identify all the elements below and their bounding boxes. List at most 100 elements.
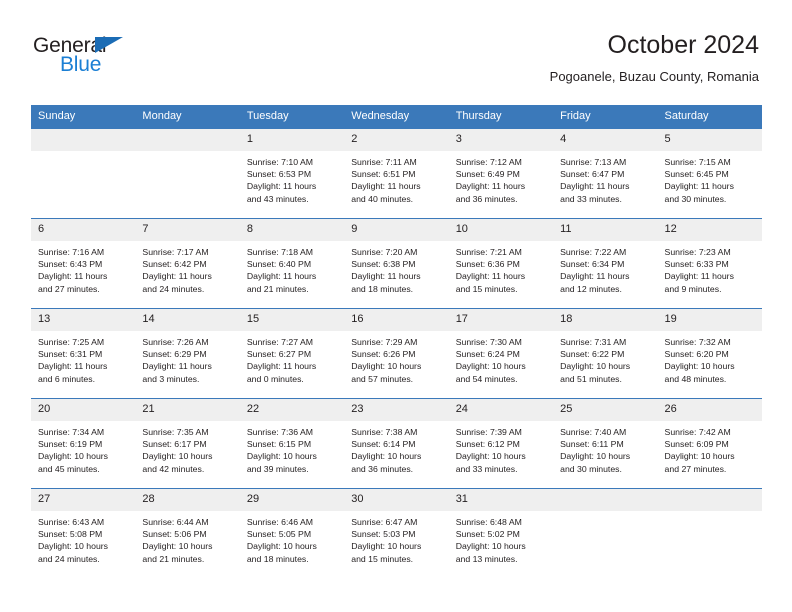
calendar-day-cell[interactable]: 15 Sunrise: 7:27 AM Sunset: 6:27 PM Dayligh… bbox=[239, 308, 345, 399]
weekday-header-sunday: Sunday bbox=[31, 105, 136, 129]
sunset-text: Sunset: 6:15 PM bbox=[246, 439, 312, 450]
calendar-day-cell[interactable]: 6 Sunrise: 7:16 AM Sunset: 6:43 PM Daylight… bbox=[31, 218, 136, 309]
calendar-week-row: 27 Sunrise: 6:43 AM Sunset: 5:08 PM Dayligh… bbox=[31, 488, 762, 578]
daylight-text-line1: Daylight: 11 hours bbox=[560, 181, 630, 192]
calendar-day-cell-empty bbox=[31, 128, 136, 219]
calendar-day-cell[interactable]: 8 Sunrise: 7:18 AM Sunset: 6:40 PM Daylight… bbox=[239, 218, 345, 309]
sunrise-text: Sunrise: 7:11 AM bbox=[351, 157, 417, 167]
calendar-week-row: 6 Sunrise: 7:16 AM Sunset: 6:43 PM Daylight… bbox=[31, 218, 762, 309]
day-number: 25 bbox=[553, 399, 658, 421]
sunset-text: Sunset: 6:36 PM bbox=[455, 259, 520, 270]
day-number: 20 bbox=[31, 399, 136, 421]
sunrise-text: Sunrise: 7:42 AM bbox=[664, 427, 731, 437]
calendar-day-cell[interactable]: 9 Sunrise: 7:20 AM Sunset: 6:38 PM Daylight… bbox=[344, 218, 449, 309]
sunset-text: Sunset: 5:02 PM bbox=[455, 529, 520, 540]
daylight-text-line1: Daylight: 11 hours bbox=[455, 271, 526, 282]
sunset-text: Sunset: 6:26 PM bbox=[351, 349, 416, 360]
day-number: 26 bbox=[657, 399, 762, 421]
daylight-text-line1: Daylight: 10 hours bbox=[142, 451, 213, 462]
sunset-text: Sunset: 6:24 PM bbox=[455, 349, 520, 360]
day-details: Sunrise: 7:32 AM Sunset: 6:20 PM Daylight:… bbox=[658, 331, 762, 385]
calendar-day-cell[interactable]: 17 Sunrise: 7:30 AM Sunset: 6:24 PM Dayligh… bbox=[448, 308, 554, 399]
calendar-day-cell[interactable]: 13 Sunrise: 7:25 AM Sunset: 6:31 PM Dayligh… bbox=[31, 308, 136, 399]
day-cell-inner bbox=[31, 129, 136, 218]
day-details: Sunrise: 7:35 AM Sunset: 6:17 PM Daylight:… bbox=[135, 421, 239, 475]
calendar-day-cell[interactable]: 31 Sunrise: 6:48 AM Sunset: 5:02 PM Dayligh… bbox=[448, 488, 554, 578]
day-details: Sunrise: 7:15 AM Sunset: 6:45 PM Daylight:… bbox=[658, 151, 762, 205]
day-cell-inner bbox=[135, 129, 240, 218]
calendar-day-cell[interactable]: 10 Sunrise: 7:21 AM Sunset: 6:36 PM Dayligh… bbox=[448, 218, 554, 309]
daylight-text-line2: and 27 minutes. bbox=[38, 283, 100, 294]
day-details: Sunrise: 7:12 AM Sunset: 6:49 PM Daylight:… bbox=[449, 151, 553, 205]
daylight-text-line2: and 30 minutes. bbox=[664, 193, 727, 204]
calendar-day-cell[interactable]: 26 Sunrise: 7:42 AM Sunset: 6:09 PM Dayligh… bbox=[657, 398, 762, 489]
day-cell-inner: 15 Sunrise: 7:27 AM Sunset: 6:27 PM Dayligh… bbox=[239, 309, 345, 398]
calendar-day-cell[interactable]: 19 Sunrise: 7:32 AM Sunset: 6:20 PM Dayligh… bbox=[657, 308, 762, 399]
calendar-day-cell[interactable]: 14 Sunrise: 7:26 AM Sunset: 6:29 PM Dayligh… bbox=[135, 308, 240, 399]
calendar-body: 1 Sunrise: 7:10 AM Sunset: 6:53 PM Daylight… bbox=[31, 128, 762, 578]
daylight-text-line2: and 40 minutes. bbox=[351, 193, 414, 204]
day-details: Sunrise: 7:17 AM Sunset: 6:42 PM Daylight:… bbox=[135, 241, 239, 295]
day-cell-inner: 10 Sunrise: 7:21 AM Sunset: 6:36 PM Dayligh… bbox=[448, 219, 554, 308]
daylight-text-line1: Daylight: 11 hours bbox=[351, 181, 421, 192]
calendar-day-cell[interactable]: 20 Sunrise: 7:34 AM Sunset: 6:19 PM Dayligh… bbox=[31, 398, 136, 489]
calendar-day-cell[interactable]: 29 Sunrise: 6:46 AM Sunset: 5:05 PM Dayligh… bbox=[239, 488, 345, 578]
sunrise-text: Sunrise: 7:27 AM bbox=[246, 337, 314, 347]
calendar-day-cell[interactable]: 28 Sunrise: 6:44 AM Sunset: 5:06 PM Dayligh… bbox=[135, 488, 240, 578]
calendar-day-cell[interactable]: 23 Sunrise: 7:38 AM Sunset: 6:14 PM Dayligh… bbox=[344, 398, 449, 489]
sunset-text: Sunset: 6:11 PM bbox=[560, 439, 624, 450]
calendar-day-cell[interactable]: 27 Sunrise: 6:43 AM Sunset: 5:08 PM Dayligh… bbox=[31, 488, 136, 578]
calendar-day-cell[interactable]: 11 Sunrise: 7:22 AM Sunset: 6:34 PM Dayligh… bbox=[553, 218, 658, 309]
daylight-text-line2: and 30 minutes. bbox=[560, 463, 622, 474]
day-cell-inner: 8 Sunrise: 7:18 AM Sunset: 6:40 PM Daylight… bbox=[239, 219, 345, 308]
sunrise-text: Sunrise: 7:38 AM bbox=[351, 427, 418, 437]
daylight-text-line1: Daylight: 11 hours bbox=[246, 361, 317, 372]
daylight-text-line2: and 15 minutes. bbox=[351, 553, 414, 564]
daylight-text-line2: and 24 minutes. bbox=[38, 553, 100, 564]
day-cell-inner: 13 Sunrise: 7:25 AM Sunset: 6:31 PM Dayligh… bbox=[31, 309, 136, 398]
day-number: 4 bbox=[553, 129, 658, 151]
daylight-text-line2: and 36 minutes. bbox=[455, 193, 518, 204]
calendar-day-cell[interactable]: 1 Sunrise: 7:10 AM Sunset: 6:53 PM Daylight… bbox=[239, 128, 345, 219]
day-details: Sunrise: 7:20 AM Sunset: 6:38 PM Daylight:… bbox=[344, 241, 448, 295]
calendar-day-cell[interactable]: 22 Sunrise: 7:36 AM Sunset: 6:15 PM Dayligh… bbox=[239, 398, 345, 489]
calendar-day-cell[interactable]: 24 Sunrise: 7:39 AM Sunset: 6:12 PM Dayligh… bbox=[448, 398, 554, 489]
calendar-day-cell[interactable]: 4 Sunrise: 7:13 AM Sunset: 6:47 PM Daylight… bbox=[553, 128, 658, 219]
daylight-text-line2: and 13 minutes. bbox=[455, 553, 518, 564]
daylight-text-line2: and 18 minutes. bbox=[351, 283, 414, 294]
daylight-text-line1: Daylight: 10 hours bbox=[351, 451, 422, 462]
day-cell-inner bbox=[553, 489, 658, 578]
day-cell-inner: 4 Sunrise: 7:13 AM Sunset: 6:47 PM Daylight… bbox=[553, 129, 658, 218]
calendar-day-cell[interactable]: 18 Sunrise: 7:31 AM Sunset: 6:22 PM Dayligh… bbox=[553, 308, 658, 399]
day-number: 9 bbox=[344, 219, 449, 241]
day-cell-inner: 25 Sunrise: 7:40 AM Sunset: 6:11 PM Dayligh… bbox=[553, 399, 658, 488]
daylight-text-line1: Daylight: 10 hours bbox=[246, 451, 317, 462]
day-number: 5 bbox=[657, 129, 762, 151]
daylight-text-line2: and 27 minutes. bbox=[664, 463, 727, 474]
sunrise-text: Sunrise: 7:10 AM bbox=[246, 157, 314, 167]
calendar-day-cell[interactable]: 21 Sunrise: 7:35 AM Sunset: 6:17 PM Dayligh… bbox=[135, 398, 240, 489]
day-cell-inner: 7 Sunrise: 7:17 AM Sunset: 6:42 PM Daylight… bbox=[135, 219, 240, 308]
daylight-text-line1: Daylight: 10 hours bbox=[351, 361, 422, 372]
day-number bbox=[657, 489, 762, 511]
calendar-day-cell[interactable]: 25 Sunrise: 7:40 AM Sunset: 6:11 PM Dayligh… bbox=[553, 398, 658, 489]
sunrise-text: Sunrise: 7:40 AM bbox=[560, 427, 627, 437]
calendar-day-cell[interactable]: 2 Sunrise: 7:11 AM Sunset: 6:51 PM Daylight… bbox=[344, 128, 449, 219]
day-number: 1 bbox=[239, 129, 345, 151]
day-number: 13 bbox=[31, 309, 136, 331]
daylight-text-line2: and 57 minutes. bbox=[351, 373, 414, 384]
day-number: 15 bbox=[239, 309, 345, 331]
calendar-day-cell[interactable]: 30 Sunrise: 6:47 AM Sunset: 5:03 PM Dayligh… bbox=[344, 488, 449, 578]
day-cell-inner: 27 Sunrise: 6:43 AM Sunset: 5:08 PM Dayligh… bbox=[31, 489, 136, 578]
day-number: 16 bbox=[344, 309, 449, 331]
day-details: Sunrise: 7:31 AM Sunset: 6:22 PM Daylight:… bbox=[553, 331, 657, 385]
sunset-text: Sunset: 6:12 PM bbox=[455, 439, 520, 450]
general-blue-logo[interactable]: General Blue bbox=[33, 34, 213, 80]
calendar-day-cell[interactable]: 3 Sunrise: 7:12 AM Sunset: 6:49 PM Daylight… bbox=[448, 128, 554, 219]
calendar-day-cell[interactable]: 12 Sunrise: 7:23 AM Sunset: 6:33 PM Dayligh… bbox=[657, 218, 762, 309]
sunset-text: Sunset: 6:53 PM bbox=[246, 169, 312, 180]
calendar-day-cell[interactable]: 7 Sunrise: 7:17 AM Sunset: 6:42 PM Daylight… bbox=[135, 218, 240, 309]
sunset-text: Sunset: 6:31 PM bbox=[38, 349, 103, 360]
calendar-day-cell[interactable]: 5 Sunrise: 7:15 AM Sunset: 6:45 PM Daylight… bbox=[657, 128, 762, 219]
calendar-day-cell[interactable]: 16 Sunrise: 7:29 AM Sunset: 6:26 PM Dayligh… bbox=[344, 308, 449, 399]
